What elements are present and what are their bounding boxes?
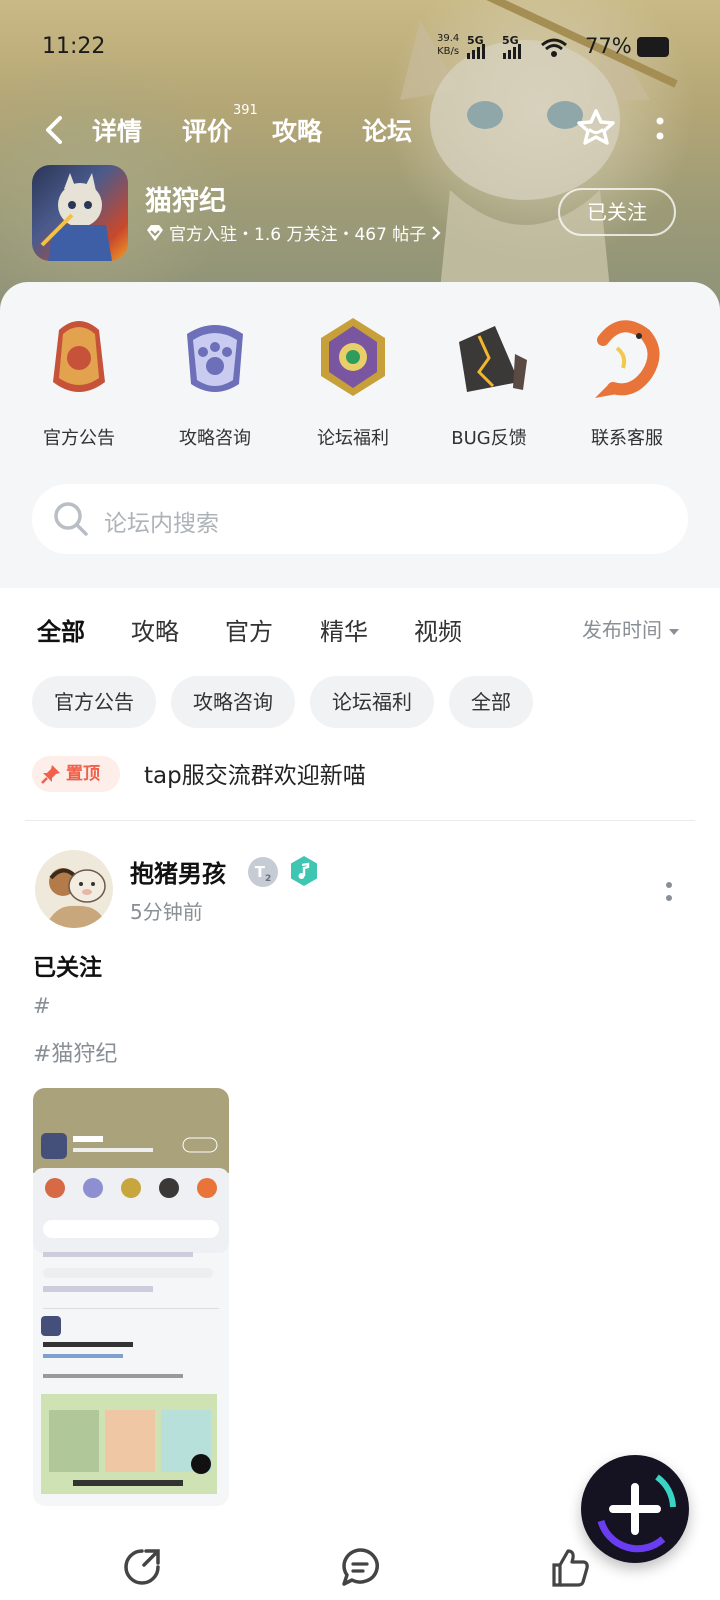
more-options-icon[interactable] bbox=[655, 114, 665, 144]
author-name[interactable]: 抱猪男孩 bbox=[130, 854, 226, 889]
top-nav: 详情 评价 391 攻略 论坛 bbox=[0, 103, 720, 156]
koi-fish-icon bbox=[595, 320, 660, 398]
game-meta-text: 官方入驻・1.6 万关注・467 帖子 bbox=[169, 225, 427, 245]
sub-category-chips: 官方公告 攻略咨询 论坛福利 全部 bbox=[32, 676, 533, 728]
avatar-image bbox=[45, 868, 107, 928]
post-tag-empty[interactable]: # bbox=[33, 994, 51, 1018]
chip-all[interactable]: 全部 bbox=[449, 676, 533, 728]
post-more-icon[interactable] bbox=[665, 880, 673, 904]
sort-label: 发布时间 bbox=[582, 618, 662, 642]
category-contact-support[interactable]: 联系客服 bbox=[572, 312, 682, 450]
tab-reviews[interactable]: 评价 bbox=[182, 112, 232, 148]
verified-diamond-icon bbox=[147, 224, 163, 241]
filter-tab-video[interactable]: 视频 bbox=[414, 612, 462, 647]
screenshot-thumbnail-image bbox=[33, 1088, 229, 1494]
filter-tab-official[interactable]: 官方 bbox=[225, 612, 273, 647]
cracked-stone-icon bbox=[459, 326, 527, 392]
category-guide-consult[interactable]: 攻略咨询 bbox=[160, 312, 270, 450]
signal-bars-1-icon bbox=[467, 44, 485, 59]
category-label: 联系客服 bbox=[591, 428, 663, 449]
chip-forum-welfare[interactable]: 论坛福利 bbox=[310, 676, 434, 728]
level-number: 2 bbox=[264, 874, 272, 884]
tab-forum[interactable]: 论坛 bbox=[362, 112, 413, 150]
back-arrow-icon[interactable] bbox=[40, 114, 68, 146]
status-time: 11:22 bbox=[42, 34, 106, 59]
level-letter: T bbox=[254, 863, 265, 881]
search-placeholder: 论坛内搜索 bbox=[104, 511, 219, 537]
chip-official-notice[interactable]: 官方公告 bbox=[32, 676, 156, 728]
pinned-badge-label: 置顶 bbox=[66, 764, 100, 784]
filter-tabs: 全部 攻略 官方 精华 视频 发布时间 bbox=[0, 600, 720, 650]
music-hexagon-icon bbox=[291, 856, 317, 886]
game-meta-link[interactable]: 官方入驻・1.6 万关注・467 帖子 bbox=[145, 220, 442, 245]
category-label: 官方公告 bbox=[43, 428, 115, 449]
jade-gem-icon bbox=[321, 318, 385, 396]
filter-tab-guides[interactable]: 攻略 bbox=[131, 612, 179, 647]
category-label: 论坛福利 bbox=[317, 428, 389, 449]
pinned-post[interactable]: 置顶 tap服交流群欢迎新喵 bbox=[32, 754, 692, 796]
filter-tab-all[interactable]: 全部 bbox=[37, 612, 85, 647]
favorite-star-icon[interactable] bbox=[576, 108, 616, 148]
category-official-notice[interactable]: 官方公告 bbox=[24, 312, 134, 450]
filter-tab-featured[interactable]: 精华 bbox=[320, 612, 368, 647]
comment-icon[interactable] bbox=[338, 1545, 382, 1589]
bell-badge-icon bbox=[53, 321, 105, 392]
like-thumb-icon[interactable] bbox=[548, 1545, 592, 1589]
share-icon[interactable] bbox=[120, 1545, 164, 1589]
category-label: BUG反馈 bbox=[451, 428, 527, 449]
divider bbox=[25, 820, 695, 821]
chip-guide-consult[interactable]: 攻略咨询 bbox=[171, 676, 295, 728]
post-actions-bar bbox=[0, 1545, 720, 1600]
avatar[interactable] bbox=[35, 850, 113, 928]
category-label: 攻略咨询 bbox=[179, 428, 251, 449]
tab-forum-label: 论坛 bbox=[362, 117, 413, 146]
search-icon bbox=[54, 502, 88, 536]
dropdown-triangle-icon bbox=[669, 629, 680, 635]
battery-percent: 77% bbox=[585, 34, 632, 58]
game-icon-art bbox=[40, 173, 112, 261]
post-image-thumbnail[interactable] bbox=[33, 1088, 229, 1506]
game-name: 猫狩纪 bbox=[145, 186, 226, 217]
sort-dropdown[interactable]: 发布时间 bbox=[582, 614, 680, 643]
forum-panel: 官方公告 攻略咨询 论坛福利 BUG反馈 联系客服 论坛内搜索 bbox=[0, 282, 720, 588]
tab-details[interactable]: 详情 bbox=[92, 112, 142, 148]
pin-icon bbox=[41, 765, 60, 784]
game-info: 猫狩纪 官方入驻・1.6 万关注・467 帖子 已关注 bbox=[32, 165, 692, 265]
wifi-icon bbox=[541, 38, 567, 57]
follow-button[interactable]: 已关注 bbox=[558, 188, 676, 236]
paw-badge-icon bbox=[187, 325, 243, 392]
pinned-title: tap服交流群欢迎新喵 bbox=[144, 763, 366, 789]
network-speed: 39.4 KB/s bbox=[437, 33, 460, 57]
category-forum-welfare[interactable]: 论坛福利 bbox=[298, 312, 408, 450]
chevron-right-icon bbox=[432, 225, 441, 240]
level-badge: T2 bbox=[248, 857, 278, 887]
game-icon[interactable] bbox=[32, 165, 128, 261]
reviews-count-badge: 391 bbox=[233, 103, 258, 118]
status-bar: 11:22 39.4 KB/s 5G 5G 77% bbox=[0, 30, 720, 70]
pinned-badge: 置顶 bbox=[32, 756, 120, 792]
signal-bars-2-icon bbox=[503, 44, 521, 59]
forum-search-bar[interactable]: 论坛内搜索 bbox=[32, 484, 688, 554]
category-bug-report[interactable]: BUG反馈 bbox=[434, 312, 544, 450]
tab-guides[interactable]: 攻略 bbox=[272, 112, 322, 148]
post-tag-game[interactable]: #猫狩纪 bbox=[33, 1036, 117, 1068]
battery-icon bbox=[637, 37, 669, 57]
post-time: 5分钟前 bbox=[130, 900, 203, 924]
post-title: 已关注 bbox=[33, 955, 102, 981]
filter-tab-all-label: 全部 bbox=[37, 618, 85, 646]
